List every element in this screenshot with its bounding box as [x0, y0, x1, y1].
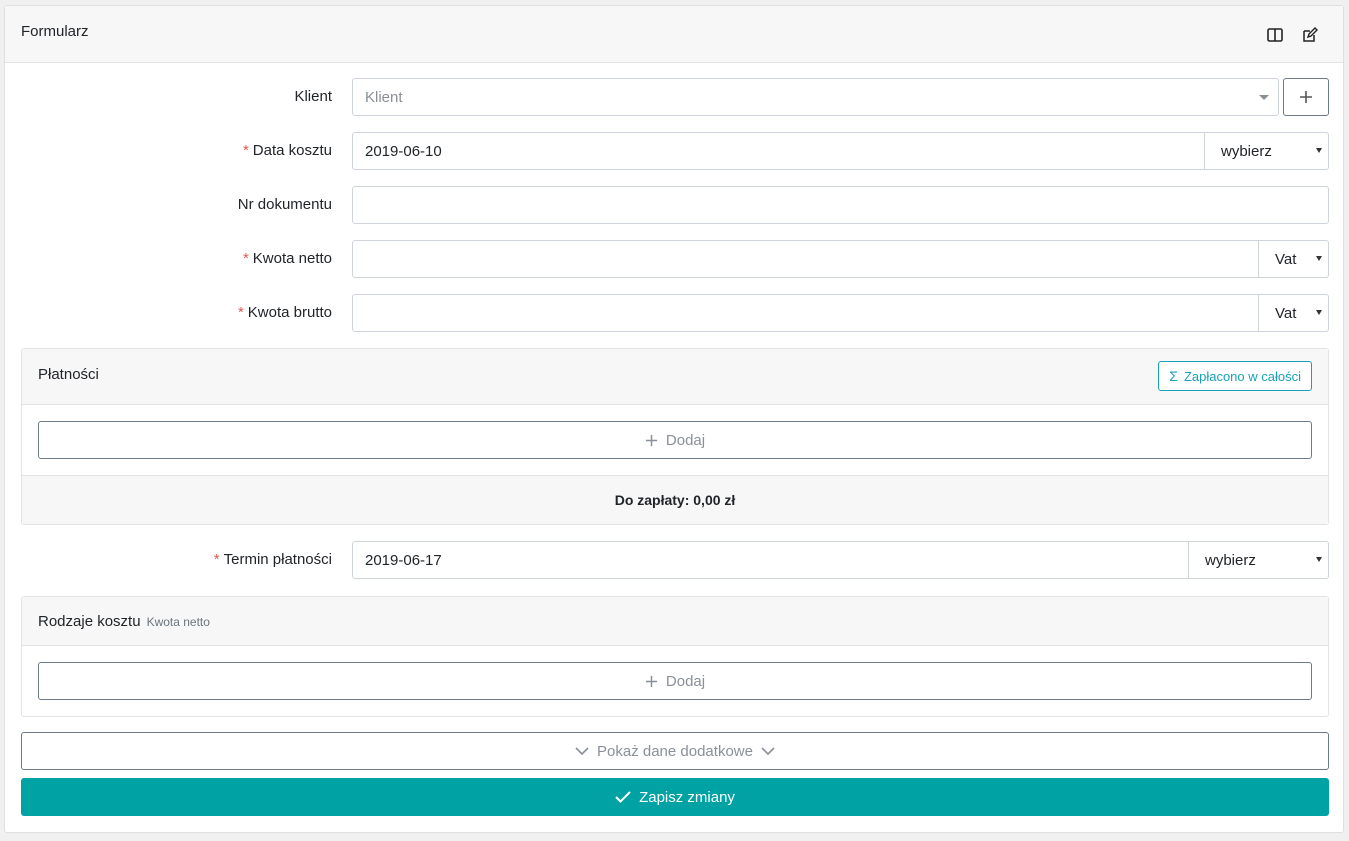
- klient-placeholder: Klient: [365, 89, 403, 106]
- show-more-button[interactable]: Pokaż dane dodatkowe: [21, 732, 1329, 770]
- chevron-down-icon: [1316, 256, 1322, 261]
- kwota-brutto-row: * Kwota brutto Vat: [21, 294, 1329, 332]
- vat-label: Vat: [1275, 305, 1297, 322]
- klient-label: Klient: [294, 88, 332, 105]
- termin-row: * Termin płatności 2019-06-17 wybierz: [21, 541, 1329, 579]
- termin-label: * Termin płatności: [213, 551, 332, 568]
- termin-value: 2019-06-17: [365, 552, 442, 569]
- nr-dokumentu-input[interactable]: [352, 186, 1329, 224]
- due-label: Do zapłaty: 0,00 zł: [614, 492, 736, 508]
- plus-icon: [1300, 91, 1312, 103]
- klient-select[interactable]: Klient: [352, 78, 1279, 116]
- kwota-netto-input[interactable]: Vat: [352, 240, 1329, 278]
- klient-row: Klient Klient: [21, 78, 1329, 116]
- plus-icon: [645, 675, 657, 687]
- data-kosztu-label: * Data kosztu: [242, 142, 332, 159]
- save-button[interactable]: Zapisz zmiany: [21, 778, 1329, 816]
- kwota-brutto-vat-select[interactable]: Vat: [1258, 295, 1329, 331]
- vat-label: Vat: [1275, 251, 1297, 268]
- kwota-netto-row: * Kwota netto Vat: [21, 240, 1329, 278]
- plus-icon: [645, 434, 657, 446]
- chevron-down-icon: [1316, 557, 1322, 562]
- paid-in-full-label: Zapłacono w całości: [1183, 368, 1301, 384]
- termin-input[interactable]: 2019-06-17 wybierz: [352, 541, 1329, 579]
- nr-dokumentu-label: Nr dokumentu: [237, 196, 332, 213]
- paid-in-full-button[interactable]: Σ Zapłacono w całości: [1158, 361, 1312, 391]
- rodzaje-subtitle: Kwota netto: [146, 615, 210, 629]
- add-client-button[interactable]: [1283, 78, 1329, 116]
- add-payment-label: Dodaj: [665, 431, 706, 449]
- add-cost-type-button[interactable]: Dodaj: [38, 662, 1312, 700]
- platnosci-panel: Płatności Σ Zapłacono w całości Dodaj Do…: [21, 348, 1329, 525]
- data-kosztu-value: 2019-06-10: [365, 143, 442, 160]
- platnosci-header: Płatności Σ Zapłacono w całości: [22, 349, 1328, 405]
- sigma-icon: Σ: [1169, 368, 1178, 384]
- kwota-brutto-input[interactable]: Vat: [352, 294, 1329, 332]
- nr-dokumentu-row: Nr dokumentu: [21, 186, 1329, 224]
- show-more-label: Pokaż dane dodatkowe: [597, 742, 753, 760]
- rodzaje-header: Rodzaje kosztu Kwota netto: [22, 597, 1328, 646]
- card-header: Formularz: [5, 6, 1343, 63]
- edit-icon[interactable]: [1296, 22, 1324, 48]
- card-title: Formularz: [21, 23, 89, 40]
- data-kosztu-select[interactable]: wybierz: [1204, 133, 1329, 169]
- chevron-down-icon: [1316, 310, 1322, 315]
- kwota-netto-label: * Kwota netto: [242, 250, 332, 267]
- data-kosztu-row: * Data kosztu 2019-06-10 wybierz: [21, 132, 1329, 170]
- check-icon: [615, 791, 631, 803]
- chevron-down-icon: [1259, 95, 1269, 100]
- data-kosztu-input[interactable]: 2019-06-10 wybierz: [352, 132, 1329, 170]
- add-payment-button[interactable]: Dodaj: [38, 421, 1312, 459]
- rodzaje-panel: Rodzaje kosztu Kwota netto Dodaj: [21, 596, 1329, 717]
- kwota-netto-vat-select[interactable]: Vat: [1258, 241, 1329, 277]
- chevron-down-icon: [761, 746, 775, 755]
- data-kosztu-select-label: wybierz: [1221, 143, 1272, 160]
- kwota-brutto-label: * Kwota brutto: [237, 304, 332, 321]
- platnosci-title: Płatności: [38, 366, 99, 383]
- save-label: Zapisz zmiany: [639, 788, 735, 806]
- termin-select-label: wybierz: [1205, 552, 1256, 569]
- due-amount: Do zapłaty: 0,00 zł: [22, 475, 1328, 524]
- chevron-down-icon: [575, 746, 589, 755]
- chevron-down-icon: [1316, 148, 1322, 153]
- form-card: Formularz Klient Klient * Data kosztu 201…: [4, 5, 1344, 833]
- termin-select[interactable]: wybierz: [1188, 542, 1329, 578]
- add-cost-type-label: Dodaj: [665, 672, 706, 690]
- columns-icon[interactable]: [1261, 22, 1289, 48]
- rodzaje-title: Rodzaje kosztu: [38, 613, 141, 630]
